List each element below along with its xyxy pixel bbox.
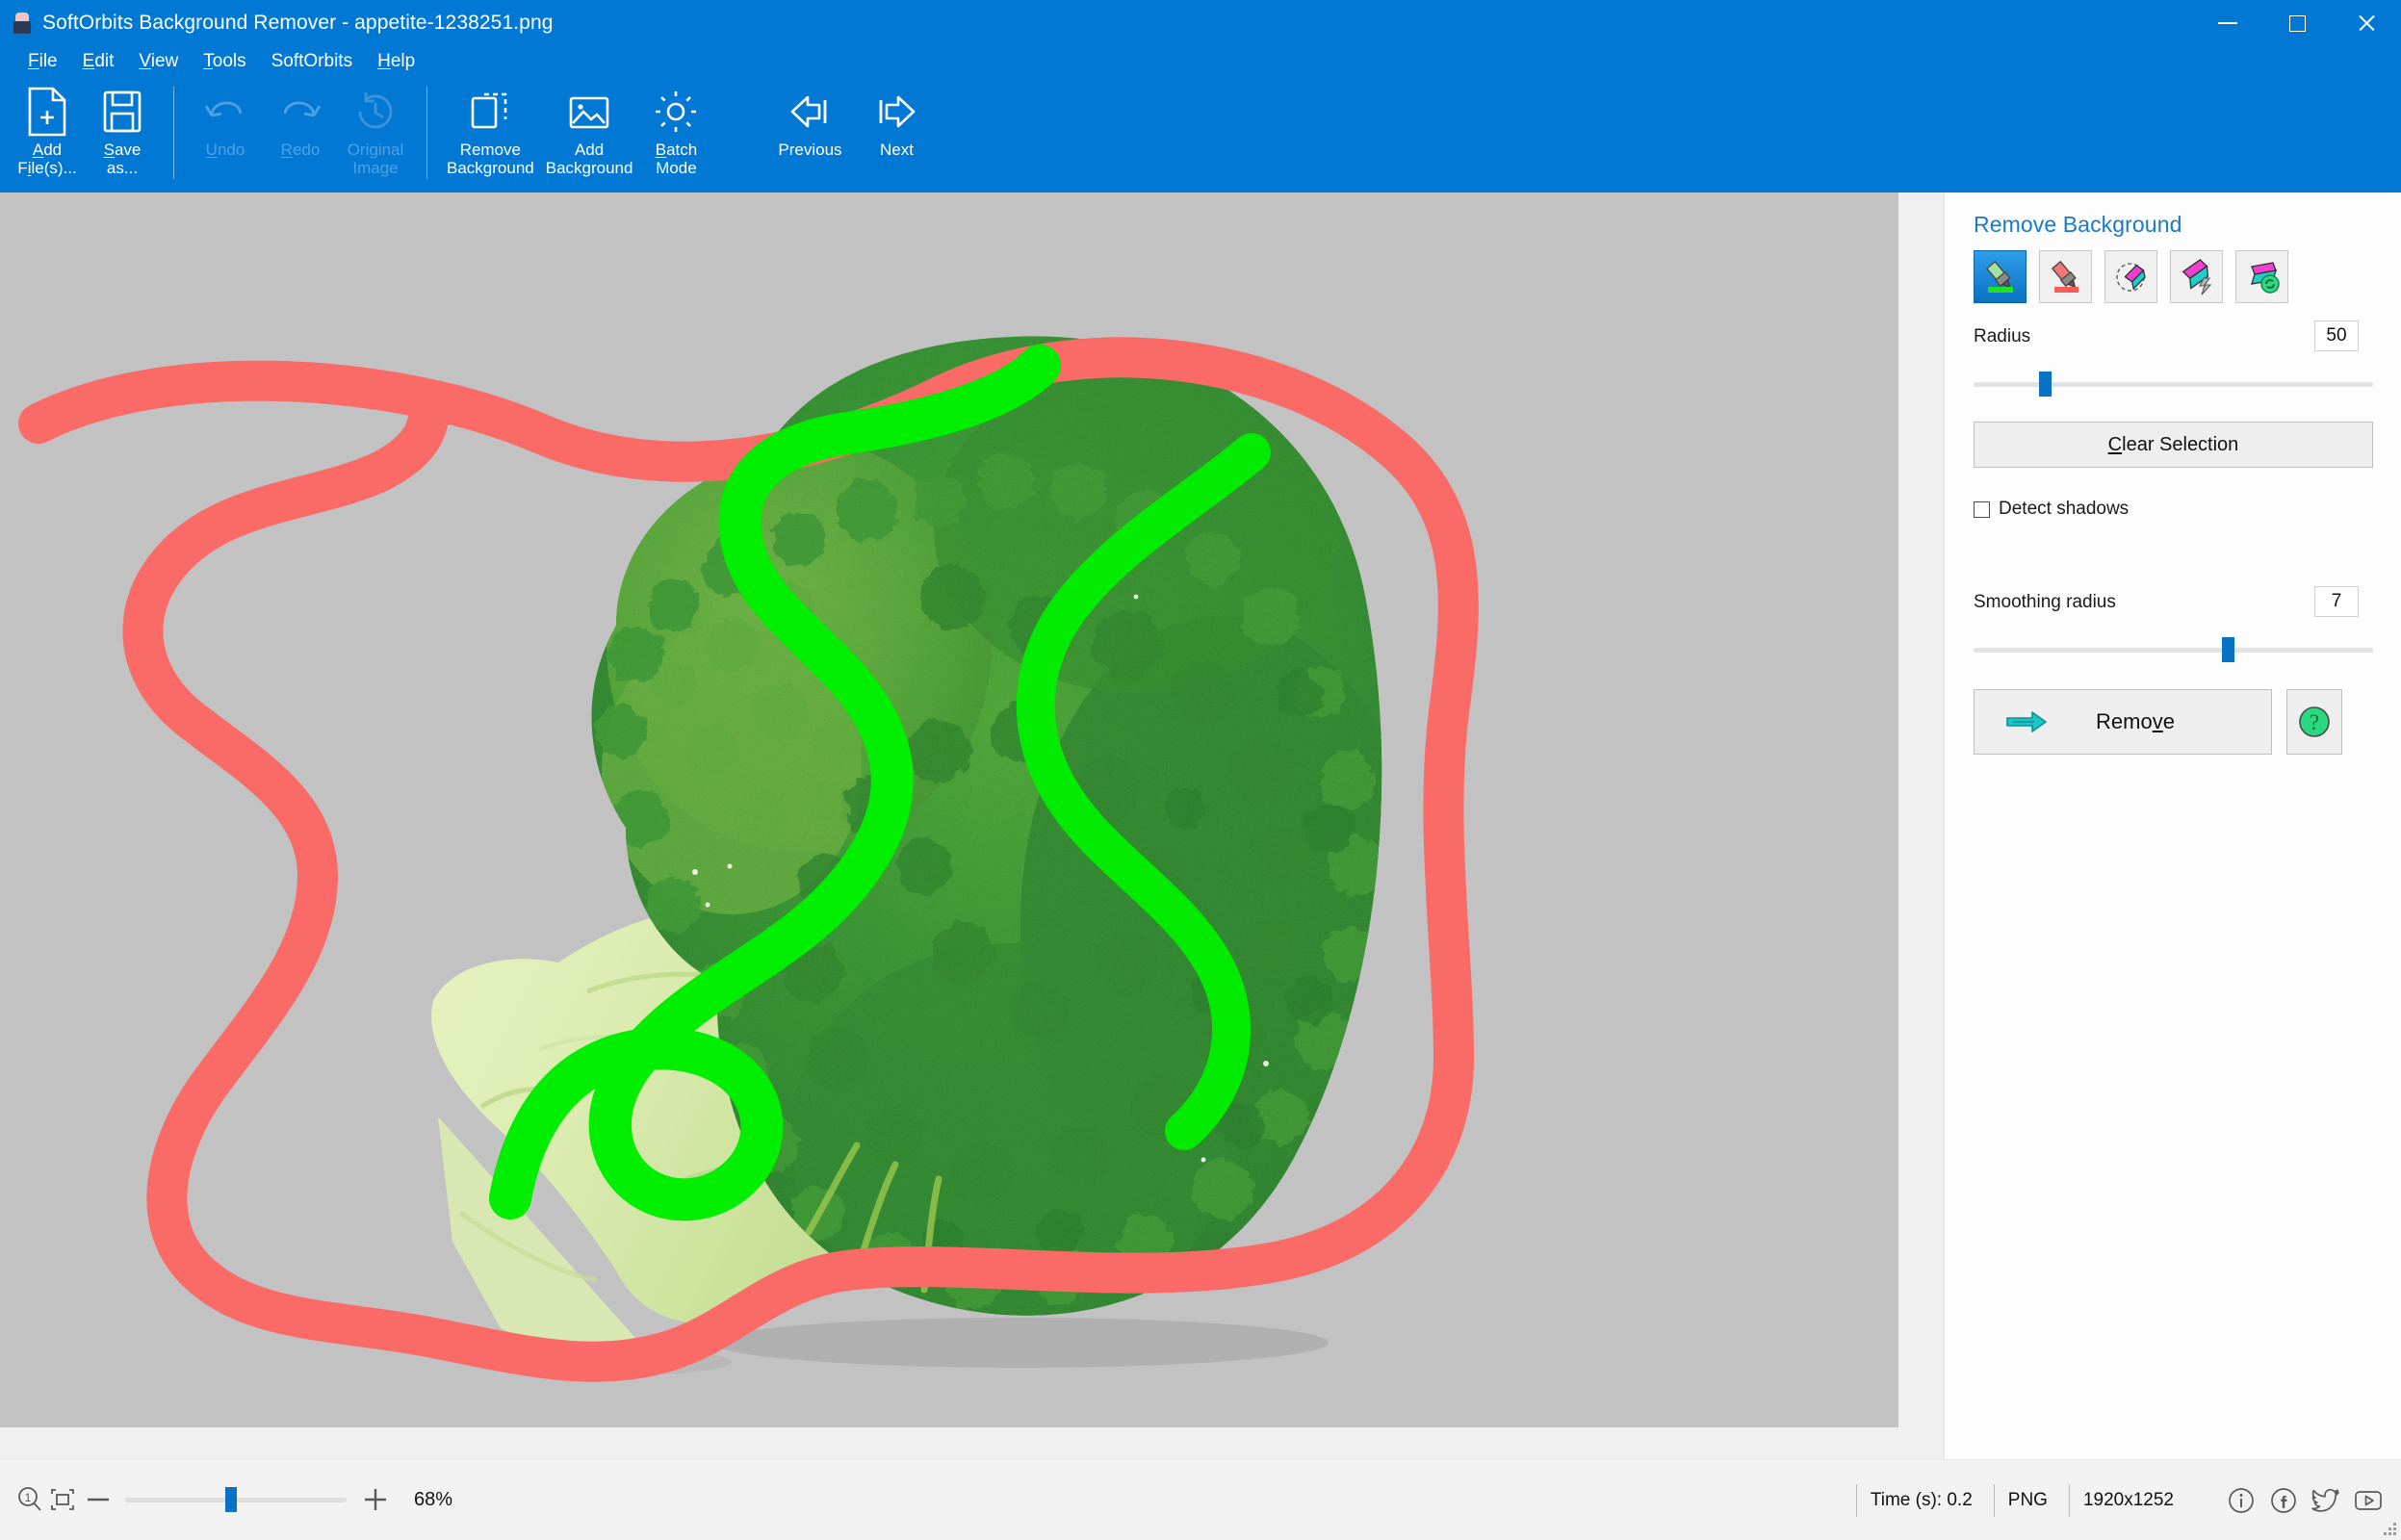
menu-item-softorbits[interactable]: SoftOrbits <box>259 49 365 74</box>
app-icon <box>12 13 33 34</box>
canvas-svg[interactable] <box>0 192 1898 1427</box>
help-button[interactable]: ? <box>2286 689 2342 755</box>
zoom-percent-label: 68% <box>414 1488 453 1510</box>
twitter-bird-icon[interactable] <box>2307 1481 2345 1520</box>
redo-button: Redo <box>263 77 338 185</box>
batch-mode-button[interactable]: Batch Mode <box>638 77 713 185</box>
zoom-in-icon[interactable] <box>354 1483 397 1516</box>
dimensions-status: 1920x1252 <box>2068 1484 2195 1517</box>
radius-value[interactable]: 50 <box>2314 321 2359 351</box>
zoom-slider[interactable] <box>125 1487 347 1512</box>
window-title: SoftOrbits Background Remover - appetite… <box>42 12 554 34</box>
question-circle-icon: ? <box>2296 704 2333 740</box>
eraser-tool[interactable] <box>2104 250 2157 303</box>
undo-button: Undo <box>188 77 263 185</box>
detect-shadows-checkbox[interactable] <box>1974 500 1990 518</box>
menu-item-edit[interactable]: Edit <box>70 49 127 74</box>
detect-shadows-row[interactable]: Detect shadows <box>1974 499 2129 520</box>
svg-text:1: 1 <box>25 1491 32 1504</box>
broccoli-photo[interactable] <box>0 192 1898 1427</box>
radius-slider-thumb[interactable] <box>2039 372 2052 397</box>
radius-slider[interactable] <box>1974 372 2373 397</box>
marquee-select-icon <box>465 85 515 139</box>
menu-item-tools[interactable]: Tools <box>191 49 258 74</box>
menu-item-view[interactable]: View <box>126 49 191 74</box>
right-panel: Remove Background Radius 50 Clear Select… <box>1944 192 2401 1459</box>
smoothing-radius-value[interactable]: 7 <box>2314 586 2359 617</box>
gear-icon <box>651 85 701 139</box>
maximize-button[interactable] <box>2262 0 2332 46</box>
radius-label: Radius <box>1974 326 2031 346</box>
close-button[interactable] <box>2332 0 2401 46</box>
magic-wand-tool[interactable] <box>2170 250 2223 303</box>
facebook-icon[interactable] <box>2264 1481 2303 1520</box>
youtube-icon[interactable] <box>2349 1481 2388 1520</box>
main-toolbar: Add File(s)... Save as... Undo Redo Orig… <box>0 77 2401 192</box>
work-area <box>0 192 1944 1459</box>
history-clock-icon <box>350 85 400 139</box>
remove-background-button[interactable]: Remove Background <box>441 77 540 185</box>
radius-slider-track <box>1974 382 2373 387</box>
arrow-left-bar-icon <box>783 85 837 139</box>
redo-arrow-icon <box>275 85 325 139</box>
menu-label-view: iew <box>150 51 179 71</box>
menu-label-edit: dit <box>94 51 115 71</box>
status-right-group: Time (s): 0.2 PNG 1920x1252 <box>1855 1460 2401 1540</box>
detect-shadows-label: Detect shadows <box>1999 499 2130 519</box>
menu-label-softorbits: SoftOrbits <box>271 51 353 71</box>
application-window: SoftOrbits Background Remover - appetite… <box>0 0 2401 1540</box>
svg-text:?: ? <box>2310 710 2319 734</box>
window-controls <box>2193 0 2401 46</box>
save-as-button[interactable]: Save as... <box>85 77 160 185</box>
smoothing-slider-track <box>1974 648 2373 653</box>
toolbar-separator-1 <box>173 87 174 179</box>
remove-button[interactable]: Remove <box>1974 689 2272 755</box>
fit-to-screen-icon[interactable] <box>46 1483 79 1516</box>
panel-title: Remove Background <box>1974 212 2182 237</box>
time-status: Time (s): 0.2 <box>1855 1484 1994 1517</box>
add-background-button[interactable]: Add Background <box>540 77 639 185</box>
previous-label: Previous <box>778 141 842 159</box>
menu-label-help: elp <box>390 51 416 71</box>
previous-button[interactable]: Previous <box>762 77 858 185</box>
picture-icon <box>564 85 614 139</box>
smoothing-slider-thumb[interactable] <box>2222 637 2234 662</box>
status-bar: 1 68% Time (s): 0.2 PNG 1920x1252 <box>0 1459 2401 1540</box>
undo-arrow-icon <box>200 85 250 139</box>
red-marker-tool[interactable] <box>2039 250 2092 303</box>
image-canvas[interactable] <box>0 192 1898 1427</box>
minimize-button[interactable] <box>2193 0 2262 46</box>
zoom-controls: 1 68% <box>13 1483 452 1516</box>
green-marker-tool[interactable] <box>1974 250 2027 303</box>
format-status: PNG <box>1993 1484 2069 1517</box>
zoom-out-icon[interactable] <box>79 1483 117 1516</box>
menu-item-help[interactable]: Help <box>365 49 427 74</box>
toolbar-separator-2 <box>426 87 427 179</box>
arrow-right-bar-icon <box>869 85 923 139</box>
menu-label-file: ile <box>39 51 58 71</box>
file-plus-icon <box>25 85 69 139</box>
title-bar: SoftOrbits Background Remover - appetite… <box>0 0 2401 46</box>
double-arrow-right-icon <box>2005 709 2048 734</box>
menu-bar: File Edit View Tools SoftOrbits Help <box>0 46 2401 77</box>
social-links <box>2195 1481 2401 1520</box>
original-image-button: Original Image <box>338 77 413 185</box>
add-files-button[interactable]: Add File(s)... <box>10 77 85 185</box>
info-circle-icon[interactable] <box>2222 1481 2260 1520</box>
selection-tool-row <box>1974 250 2288 303</box>
zoom-100-icon[interactable]: 1 <box>13 1483 46 1516</box>
smoothing-radius-label: Smoothing radius <box>1974 592 2116 612</box>
next-label: Next <box>879 141 914 159</box>
zoom-slider-thumb[interactable] <box>225 1487 237 1512</box>
smoothing-radius-slider[interactable] <box>1974 637 2373 662</box>
menu-label-tools: ools <box>212 51 246 71</box>
next-button[interactable]: Next <box>858 77 935 185</box>
resize-grip[interactable] <box>2384 1523 2397 1536</box>
restore-tool[interactable] <box>2235 250 2288 303</box>
menu-item-file[interactable]: File <box>15 49 70 74</box>
floppy-save-icon <box>100 85 144 139</box>
clear-selection-button[interactable]: Clear Selection <box>1974 422 2373 468</box>
